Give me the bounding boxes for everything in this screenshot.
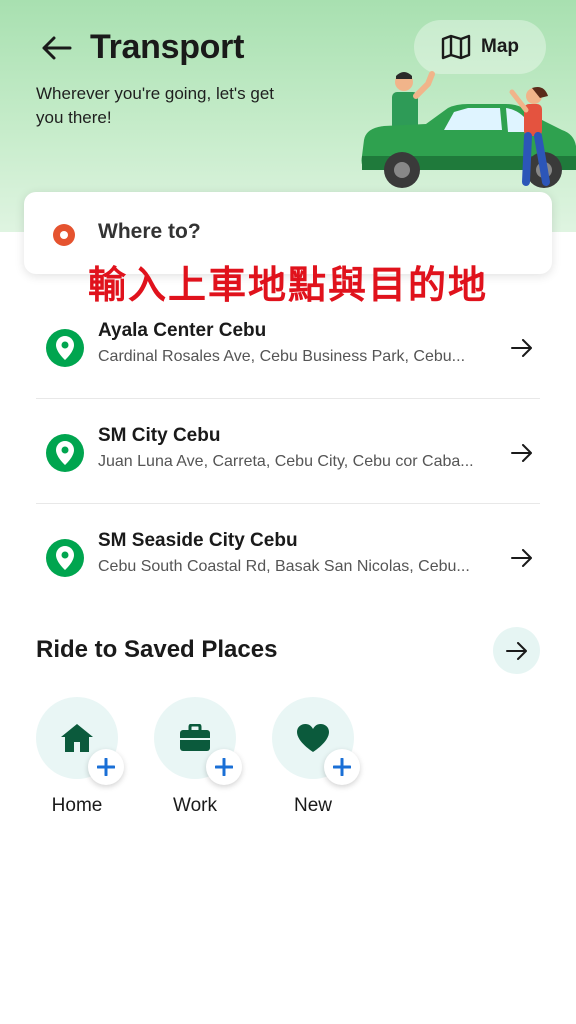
saved-place-label: Home: [51, 795, 103, 816]
location-pin-icon: [46, 539, 84, 577]
briefcase-icon: [180, 724, 210, 751]
saved-place-new[interactable]: New: [272, 697, 390, 827]
place-address: Cardinal Rosales Ave, Cebu Business Park…: [98, 348, 466, 365]
place-address: Cebu South Coastal Rd, Basak San Nicolas…: [98, 558, 470, 575]
car-illustration: [361, 71, 576, 188]
add-new-place-button[interactable]: [324, 749, 360, 785]
list-item[interactable]: SM City Cebu Juan Luna Ave, Carreta, Ceb…: [36, 399, 540, 504]
place-name: SM City Cebu: [98, 425, 221, 446]
search-label: Where to?: [98, 220, 201, 243]
saved-place-work[interactable]: Work: [154, 697, 272, 827]
map-button-label: Map: [481, 36, 519, 57]
heart-icon: [297, 724, 329, 752]
place-name: SM Seaside City Cebu: [98, 530, 298, 551]
location-pin-icon: [46, 434, 84, 472]
add-work-button[interactable]: [206, 749, 242, 785]
origin-dot-icon: [53, 224, 75, 246]
map-icon: [441, 34, 471, 60]
saved-place-label: New: [293, 795, 332, 816]
saved-place-home[interactable]: Home: [36, 697, 154, 827]
location-pin-icon: [46, 329, 84, 367]
arrow-right-icon: [508, 439, 536, 467]
arrow-right-icon: [508, 544, 536, 572]
back-arrow-icon: [42, 36, 72, 60]
plus-icon: [215, 758, 233, 776]
place-address: Juan Luna Ave, Carreta, Cebu City, Cebu …: [98, 453, 474, 470]
page-title: Transport: [90, 28, 245, 66]
list-item[interactable]: SM Seaside City Cebu Cebu South Coastal …: [36, 504, 540, 609]
arrow-right-icon: [508, 334, 536, 362]
plus-icon: [97, 758, 115, 776]
add-home-button[interactable]: [88, 749, 124, 785]
plus-icon: [333, 758, 351, 776]
home-icon: [61, 724, 93, 752]
suggested-places-list: Ayala Center Cebu Cardinal Rosales Ave, …: [36, 294, 540, 609]
arrow-right-icon: [505, 641, 527, 660]
map-button[interactable]: Map: [414, 20, 546, 74]
saved-places-heading: Ride to Saved Places: [36, 636, 278, 663]
back-button[interactable]: [36, 28, 76, 68]
saved-places-more-button[interactable]: [493, 627, 540, 674]
page-subtitle: Wherever you're going, let's get you the…: [36, 84, 274, 127]
saved-place-label: Work: [173, 795, 217, 816]
list-item[interactable]: Ayala Center Cebu Cardinal Rosales Ave, …: [36, 294, 540, 399]
place-name: Ayala Center Cebu: [98, 320, 267, 341]
